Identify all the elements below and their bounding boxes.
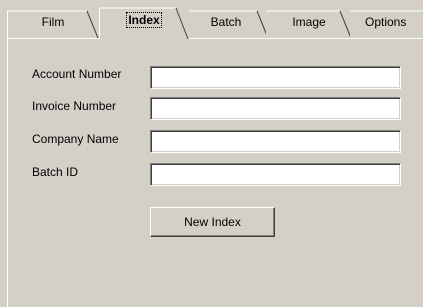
tab-options-label: Options — [365, 15, 407, 29]
account-number-label: Account Number — [32, 67, 122, 81]
index-dialog: Film Batch Image Options Index Account N… — [0, 0, 423, 307]
company-name-label: Company Name — [32, 132, 119, 146]
tab-options[interactable]: Options — [350, 10, 423, 38]
tab-index-label: Index — [126, 12, 162, 28]
tab-batch-label: Batch — [210, 15, 242, 29]
batch-id-field[interactable] — [150, 163, 401, 186]
tab-film-label: Film — [41, 15, 65, 29]
company-name-field[interactable] — [150, 130, 401, 153]
tab-batch[interactable]: Batch — [183, 10, 269, 39]
tab-index[interactable]: Index — [99, 7, 189, 40]
account-number-field[interactable] — [150, 66, 401, 89]
tab-image[interactable]: Image — [266, 10, 352, 39]
batch-id-label: Batch ID — [32, 165, 79, 179]
new-index-button[interactable]: New Index — [150, 207, 275, 237]
tab-image-label: Image — [292, 15, 326, 29]
invoice-number-field[interactable] — [150, 97, 401, 120]
tab-film[interactable]: Film — [7, 10, 99, 39]
invoice-number-label: Invoice Number — [32, 99, 117, 113]
